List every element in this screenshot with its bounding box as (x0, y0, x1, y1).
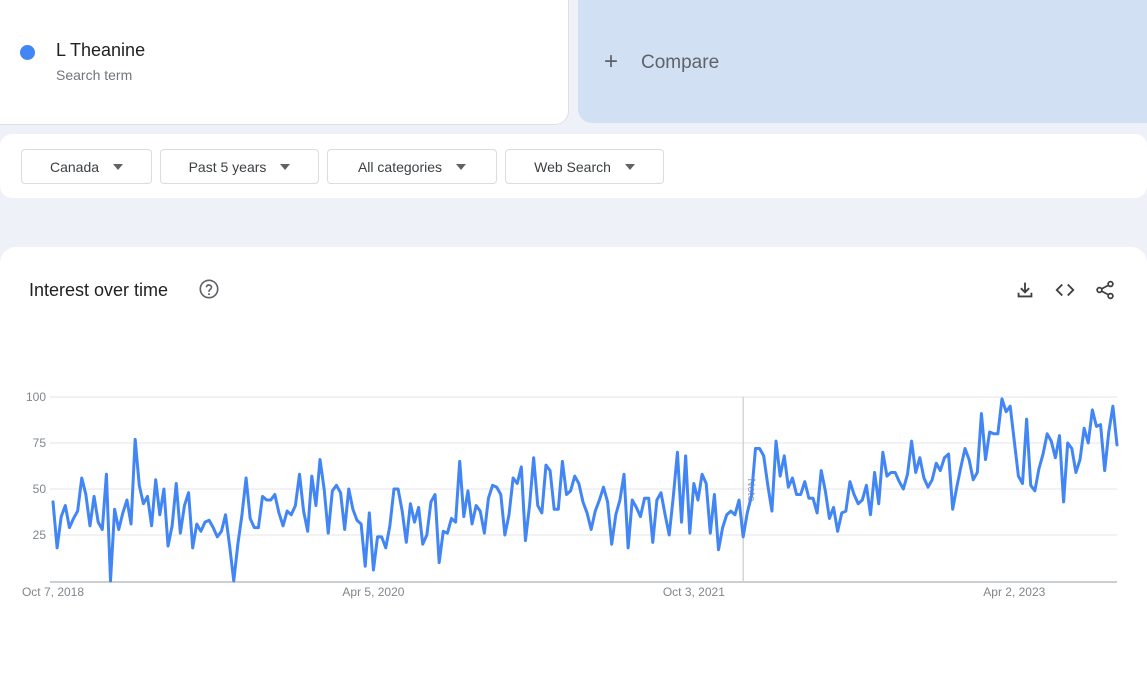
y-tick-label: 25 (33, 528, 47, 542)
filter-bar: Canada Past 5 years All categories Web S… (0, 134, 1147, 198)
caret-down-icon (456, 163, 467, 170)
category-filter-label: All categories (357, 158, 443, 175)
x-tick-label: Oct 3, 2021 (663, 585, 725, 599)
time-range-filter-dropdown[interactable]: Past 5 years (160, 149, 319, 184)
region-filter-label: Canada (49, 158, 100, 175)
caret-down-icon (280, 163, 291, 170)
y-tick-label: 50 (33, 482, 47, 496)
x-tick-label: Apr 5, 2020 (342, 585, 404, 599)
search-type-filter-dropdown[interactable]: Web Search (505, 149, 664, 184)
search-term-name[interactable]: L Theanine (56, 40, 145, 61)
search-term-label: Search term (56, 67, 133, 83)
search-term-card[interactable]: L Theanine Search term (0, 0, 569, 125)
compare-label[interactable]: Compare (641, 52, 719, 74)
x-tick-label: Apr 2, 2023 (983, 585, 1045, 599)
interest-series-line[interactable] (51, 397, 1119, 583)
plus-icon[interactable]: + (604, 50, 618, 74)
interest-over-time-card: Interest over time 100 75 50 25 Oct 7, 2018 A… (0, 247, 1147, 677)
y-tick-label: 75 (33, 436, 47, 450)
x-tick-label: Oct 7, 2018 (22, 585, 84, 599)
interest-line-chart[interactable]: 100 75 50 25 Oct 7, 2018 Apr 5, 2020 Oct 3, 20… (0, 247, 1147, 671)
search-type-filter-label: Web Search (534, 158, 611, 175)
y-tick-label: 100 (26, 390, 46, 404)
category-filter-dropdown[interactable]: All categories (327, 149, 497, 184)
time-range-filter-label: Past 5 years (188, 158, 267, 175)
series-color-dot (20, 45, 35, 60)
caret-down-icon (113, 163, 124, 170)
caret-down-icon (624, 163, 635, 170)
region-filter-dropdown[interactable]: Canada (21, 149, 152, 184)
